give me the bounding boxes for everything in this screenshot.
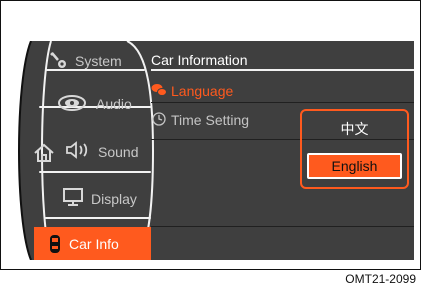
header-divider: [151, 69, 414, 71]
clock-icon: [151, 111, 167, 127]
figure-caption: OMT21-2099: [345, 272, 416, 286]
head-unit-screen: System Audio Sound Display Car Info Car …: [17, 41, 414, 260]
language-option-english[interactable]: English: [307, 153, 402, 179]
menu-item-label: Time Setting: [171, 112, 250, 128]
sound-icon: [65, 141, 91, 159]
speaker-icon: [57, 94, 87, 112]
language-icon: [151, 82, 167, 98]
sidebar-item-audio[interactable]: Audio: [17, 89, 151, 125]
sidebar-item-car-info[interactable]: Car Info: [34, 227, 151, 260]
monitor-icon: [62, 187, 84, 207]
menu-item-time-setting[interactable]: Time Setting: [152, 112, 250, 128]
language-option-chinese[interactable]: 中文: [302, 119, 407, 139]
figure-frame: System Audio Sound Display Car Info Car …: [0, 0, 421, 270]
sidebar-item-system[interactable]: System: [17, 47, 151, 83]
sidebar-item-label: System: [75, 53, 122, 69]
sidebar-item-display[interactable]: Display: [17, 181, 151, 217]
sidebar-separator: [45, 217, 151, 219]
menu-item-label: Language: [171, 83, 234, 99]
wrench-gear-icon: [49, 51, 69, 71]
sidebar-item-label: Sound: [98, 144, 139, 160]
car-icon: [48, 234, 62, 254]
row-divider: [151, 226, 414, 227]
row-divider: [151, 102, 414, 103]
language-popup: 中文 English: [300, 109, 409, 189]
sidebar-separator: [39, 171, 151, 173]
sidebar-item-label: Audio: [96, 96, 132, 112]
sidebar-item-sound[interactable]: Sound: [17, 133, 151, 169]
sidebar-item-label: Car Info: [69, 236, 119, 252]
sidebar-item-label: Display: [91, 191, 137, 207]
menu-item-language[interactable]: Language: [151, 83, 234, 99]
page-title: Car Information: [151, 52, 248, 68]
